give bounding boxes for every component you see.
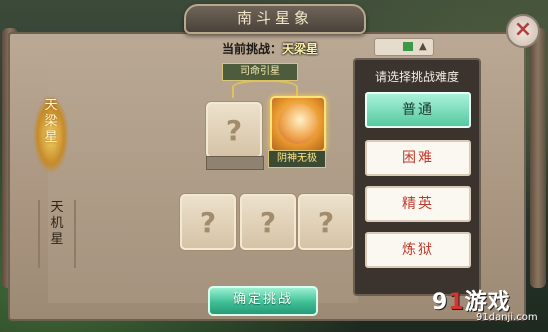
current-challenge: 当前挑战：天梁星 [185,40,355,58]
site-watermark: 91游戏 91danji.com [432,284,542,326]
difficulty-title: 请选择挑战难度 [374,70,459,84]
gift-icon [403,42,413,51]
slot-empty-name [206,156,264,170]
close-button[interactable]: × [506,14,540,48]
watermark-url: 91danji.com [476,312,538,323]
status-widget[interactable]: ▲ [374,38,434,56]
slot-row2-1[interactable]: ? [180,194,236,250]
hero-portrait [278,104,318,144]
tab-tianliang-char2: 梁 [44,114,58,129]
slot-row2-2[interactable]: ? [240,194,296,250]
tab-tianji[interactable]: 天 机 星 [38,200,76,268]
current-challenge-name: 天梁星 [282,42,319,56]
watermark-logo-left: 9 [432,290,449,315]
slot-hero-name: 阴神无极 [268,150,326,168]
confirm-challenge-button[interactable]: 确定挑战 [208,286,318,316]
tab-tianji-char3: 星 [50,232,64,247]
difficulty-elite-button[interactable]: 精英 [365,186,471,222]
difficulty-normal-button[interactable]: 普通 [365,92,471,128]
slot-hero[interactable] [270,96,326,152]
slot-row2-3[interactable]: ? [298,194,354,250]
tab-tianji-char1: 天 [50,200,64,215]
window-title: 南斗星象 [184,4,366,34]
tab-tianliang[interactable]: 天 梁 星 [34,98,68,172]
top-node-label: 司命引星 [222,63,298,81]
difficulty-hard-button[interactable]: 困难 [365,140,471,176]
watermark-logo-mid: 1 [448,290,465,315]
tab-tianji-char2: 机 [50,216,64,231]
tab-tianliang-char1: 天 [44,98,58,113]
tab-tianliang-char3: 星 [44,130,58,145]
current-challenge-prefix: 当前挑战： [221,42,282,56]
chevron-up-icon: ▲ [419,41,427,52]
scroll-rod-right [530,28,546,288]
star-board [48,48,358,303]
difficulty-purgatory-button[interactable]: 炼狱 [365,232,471,268]
difficulty-panel: 请选择挑战难度 普通 困难 精英 炼狱 [353,58,481,296]
slot-empty[interactable]: ? [206,102,262,158]
